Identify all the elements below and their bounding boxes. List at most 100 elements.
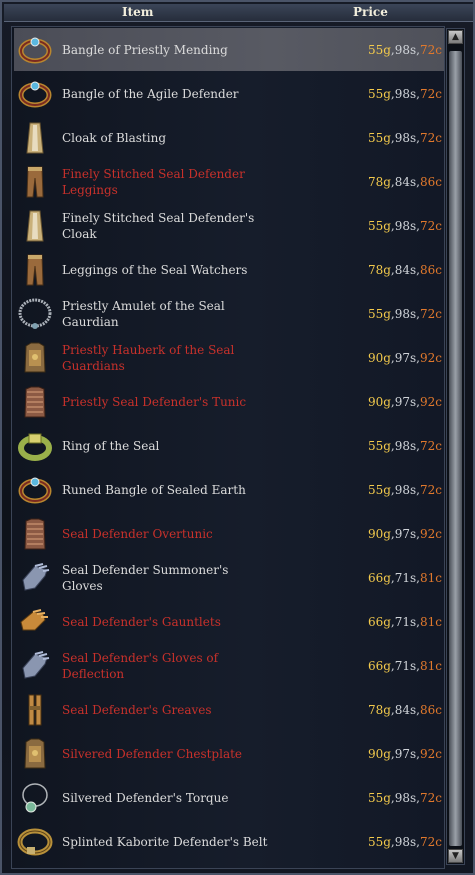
scroll-up-button[interactable]: ▲ [448, 30, 463, 44]
item-row[interactable]: Silvered Defender's Torque 55g, 98s, 72c [14, 776, 444, 819]
item-price: 55g, 98s, 72c [368, 820, 442, 863]
column-header-item[interactable]: Item [122, 4, 154, 21]
price-silver: 98s [394, 482, 417, 497]
item-price: 55g, 98s, 72c [368, 292, 442, 335]
price-copper: 81c [420, 570, 442, 585]
item-name: Bangle of the Agile Defender [62, 86, 239, 101]
item-row[interactable]: Seal Defender's Gauntlets 66g, 71s, 81c [14, 600, 444, 643]
scrollbar-thumb[interactable] [449, 51, 462, 846]
price-silver: 98s [394, 86, 417, 101]
gauntlets-icon [17, 604, 53, 640]
price-gold: 78g [367, 174, 391, 189]
price-gold: 55g [367, 306, 391, 321]
item-row[interactable]: Seal Defender Summoner's Gloves 66g, 71s,… [14, 556, 444, 599]
item-row[interactable]: Finely Stitched Seal Defender Leggings 78… [14, 160, 444, 203]
item-name: Silvered Defender Chestplate [62, 746, 243, 761]
item-row[interactable]: Leggings of the Seal Watchers 78g, 84s, 8… [14, 248, 444, 291]
item-price: 55g, 98s, 72c [368, 776, 442, 819]
scroll-down-button[interactable]: ▼ [448, 849, 463, 863]
item-row[interactable]: Ring of the Seal 55g, 98s, 72c [14, 424, 444, 467]
item-row[interactable]: Seal Defender's Gloves of Deflection 66g,… [14, 644, 444, 687]
item-price: 55g, 98s, 72c [368, 72, 442, 115]
item-row[interactable]: Priestly Amulet of the Seal Gaurdian 55g,… [14, 292, 444, 335]
item-name: Priestly Seal Defender's Tunic [62, 394, 247, 409]
price-gold: 55g [367, 482, 391, 497]
item-price: 66g, 71s, 81c [368, 644, 442, 687]
necklace-icon [17, 780, 53, 816]
item-row[interactable]: Silvered Defender Chestplate 90g, 97s, 92… [14, 732, 444, 775]
item-price: 90g, 97s, 92c [368, 732, 442, 775]
bracelet-icon [17, 472, 53, 508]
chestplate-icon [17, 736, 53, 772]
price-copper: 92c [420, 526, 442, 541]
price-gold: 55g [367, 42, 391, 57]
price-copper: 72c [420, 130, 442, 145]
item-row[interactable]: Priestly Hauberk of the Seal Guardians 90… [14, 336, 444, 379]
price-gold: 55g [367, 834, 391, 849]
price-copper: 72c [420, 438, 442, 453]
item-row[interactable]: Bangle of Priestly Mending 55g, 98s, 72c [14, 28, 444, 71]
ring-icon [17, 428, 53, 464]
price-gold: 78g [367, 702, 391, 717]
item-name: Runed Bangle of Sealed Earth [62, 482, 246, 497]
cloak-icon [17, 208, 53, 244]
gloves-icon [17, 560, 53, 596]
price-silver: 84s [394, 702, 417, 717]
price-copper: 86c [420, 262, 442, 277]
item-row[interactable]: Priestly Seal Defender's Tunic 90g, 97s, … [14, 380, 444, 423]
item-row[interactable]: Cloak of Blasting 55g, 98s, 72c [14, 116, 444, 159]
price-gold: 90g [367, 350, 391, 365]
price-silver: 97s [394, 526, 417, 541]
price-silver: 98s [394, 790, 417, 805]
price-gold: 55g [367, 438, 391, 453]
belt-icon [17, 824, 53, 860]
item-name: Priestly Hauberk of the Seal Guardians [62, 342, 235, 373]
price-silver: 98s [394, 42, 417, 57]
price-silver: 71s [394, 614, 417, 629]
item-price: 55g, 98s, 72c [368, 424, 442, 467]
merchant-window: Item Price Bangle of Priestly Mending 55g… [0, 0, 475, 875]
price-gold: 55g [367, 130, 391, 145]
price-copper: 92c [420, 394, 442, 409]
item-price: 78g, 84s, 86c [368, 248, 442, 291]
greaves-icon [17, 692, 53, 728]
price-copper: 72c [420, 218, 442, 233]
amulet-icon [17, 296, 53, 332]
item-row[interactable]: Splinted Kaborite Defender's Belt 55g, 98… [14, 820, 444, 863]
price-silver: 97s [394, 394, 417, 409]
price-silver: 84s [394, 262, 417, 277]
item-row[interactable]: Bangle of the Agile Defender 55g, 98s, 72… [14, 72, 444, 115]
price-copper: 86c [420, 174, 442, 189]
item-row[interactable]: Seal Defender's Greaves 78g, 84s, 86c [14, 688, 444, 731]
leggings-icon [17, 164, 53, 200]
price-gold: 55g [367, 790, 391, 805]
item-price: 90g, 97s, 92c [368, 336, 442, 379]
item-price: 55g, 98s, 72c [368, 116, 442, 159]
item-price: 55g, 98s, 72c [368, 204, 442, 247]
price-silver: 98s [394, 130, 417, 145]
scrollbar[interactable]: ▲ ▼ [446, 28, 465, 865]
item-name: Leggings of the Seal Watchers [62, 262, 248, 277]
item-name: Seal Defender's Greaves [62, 702, 212, 717]
column-header-price[interactable]: Price [353, 4, 388, 21]
item-name: Priestly Amulet of the Seal Gaurdian [62, 298, 225, 329]
item-price: 55g, 98s, 72c [368, 468, 442, 511]
price-silver: 97s [394, 350, 417, 365]
item-price: 78g, 84s, 86c [368, 160, 442, 203]
item-row[interactable]: Runed Bangle of Sealed Earth 55g, 98s, 72… [14, 468, 444, 511]
price-copper: 72c [420, 834, 442, 849]
price-gold: 90g [367, 394, 391, 409]
price-silver: 98s [394, 834, 417, 849]
bracelet-icon [17, 32, 53, 68]
price-copper: 81c [420, 614, 442, 629]
cloak-icon [17, 120, 53, 156]
tunic-icon [17, 516, 53, 552]
price-copper: 72c [420, 86, 442, 101]
item-price: 66g, 71s, 81c [368, 600, 442, 643]
item-row[interactable]: Finely Stitched Seal Defender's Cloak 55g… [14, 204, 444, 247]
price-gold: 55g [367, 86, 391, 101]
price-gold: 90g [367, 746, 391, 761]
item-price: 66g, 71s, 81c [368, 556, 442, 599]
item-row[interactable]: Seal Defender Overtunic 90g, 97s, 92c [14, 512, 444, 555]
item-name: Ring of the Seal [62, 438, 160, 453]
